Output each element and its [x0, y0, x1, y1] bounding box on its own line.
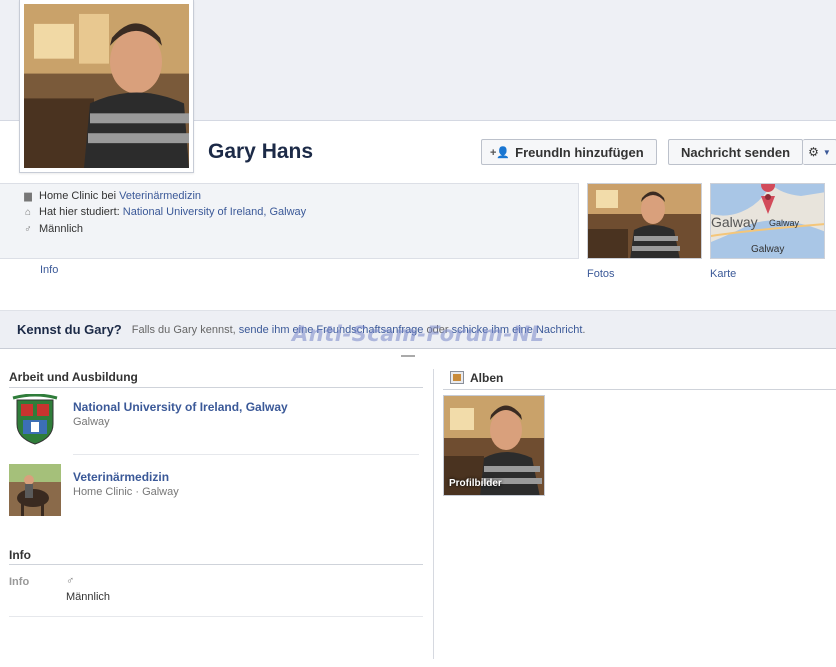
- about-study-row: ⌂ Hat hier studiert: National University…: [22, 206, 306, 218]
- know-text-after: .: [582, 323, 586, 336]
- add-friend-label: FreundIn hinzufügen: [515, 144, 644, 160]
- work-item-subtitle: Home Clinic · Galway: [73, 486, 179, 498]
- about-work-link[interactable]: Veterinärmedizin: [119, 190, 201, 202]
- photos-thumbnail[interactable]: [587, 183, 702, 259]
- album-label: Profilbilder: [449, 478, 502, 489]
- map-link[interactable]: Karte: [710, 268, 736, 280]
- info-section-heading: Info: [9, 548, 31, 562]
- albums-divider: [443, 389, 836, 390]
- map-bottom-label: Galway: [751, 244, 785, 255]
- info-link[interactable]: Info: [40, 264, 58, 276]
- gear-icon: ⚙: [808, 145, 819, 159]
- settings-dropdown-button[interactable]: ⚙ ▼: [803, 139, 836, 165]
- graduation-cap-icon: ⌂: [24, 206, 32, 218]
- albums-heading: Alben: [470, 371, 504, 385]
- about-gender-row: ♂ Männlich: [22, 223, 83, 235]
- chevron-down-icon: ▼: [822, 147, 831, 157]
- map-pin-label: Galway: [769, 218, 800, 228]
- work-photo-thumbnail: [9, 464, 61, 516]
- send-message-button[interactable]: Nachricht senden: [668, 139, 803, 165]
- work-education-heading: Arbeit und Ausbildung: [9, 370, 138, 384]
- know-person-title: Kennst du Gary?: [17, 322, 122, 337]
- album-profile-pictures[interactable]: Profilbilder: [443, 395, 545, 496]
- info-section-bottom-divider: [9, 616, 423, 617]
- column-divider: [433, 369, 434, 659]
- send-message-label: Nachricht senden: [680, 144, 791, 160]
- education-item-subtitle: Galway: [73, 416, 110, 428]
- work-education-divider: [9, 387, 423, 388]
- watermark: Anti-Scam-Forum-NL: [292, 322, 545, 346]
- map-thumbnail[interactable]: Galway Galway Galway: [710, 183, 825, 259]
- divider-mark: [401, 355, 415, 357]
- work-item-veterinary[interactable]: Veterinärmedizin Home Clinic · Galway: [9, 464, 419, 524]
- photos-link[interactable]: Fotos: [587, 268, 615, 280]
- map-city-label: Galway: [711, 214, 758, 230]
- male-symbol-icon: ♂: [24, 223, 32, 235]
- profile-picture[interactable]: [19, 0, 194, 173]
- education-item-title[interactable]: National University of Ireland, Galway: [73, 400, 288, 414]
- university-crest-icon: [9, 394, 61, 446]
- know-text-before: Falls du Gary kennst,: [131, 323, 236, 336]
- albums-icon: [450, 371, 464, 384]
- info-row-label: Info: [9, 576, 30, 588]
- about-study-link[interactable]: National University of Ireland, Galway: [123, 206, 306, 218]
- info-section-divider: [9, 564, 423, 565]
- about-study-prefix: Hat hier studiert:: [39, 206, 120, 218]
- briefcase-icon: ▆: [24, 190, 32, 202]
- add-friend-button[interactable]: +👤 FreundIn hinzufügen: [481, 139, 657, 165]
- profile-photo: [24, 4, 189, 168]
- info-gender-value: Männlich: [66, 591, 111, 603]
- about-work-row: ▆ Home Clinic bei Veterinärmedizin: [22, 190, 201, 202]
- profile-name: Gary Hans: [208, 140, 314, 163]
- education-separator: [73, 454, 419, 455]
- male-symbol-icon: ♂: [66, 575, 75, 587]
- add-friend-icon: +👤: [490, 146, 511, 159]
- work-item-title[interactable]: Veterinärmedizin: [73, 470, 169, 484]
- about-work-prefix: Home Clinic bei: [39, 190, 117, 202]
- photos-thumbnail-image: [588, 184, 701, 258]
- about-gender: Männlich: [39, 223, 84, 235]
- education-item-university[interactable]: National University of Ireland, Galway G…: [9, 394, 419, 454]
